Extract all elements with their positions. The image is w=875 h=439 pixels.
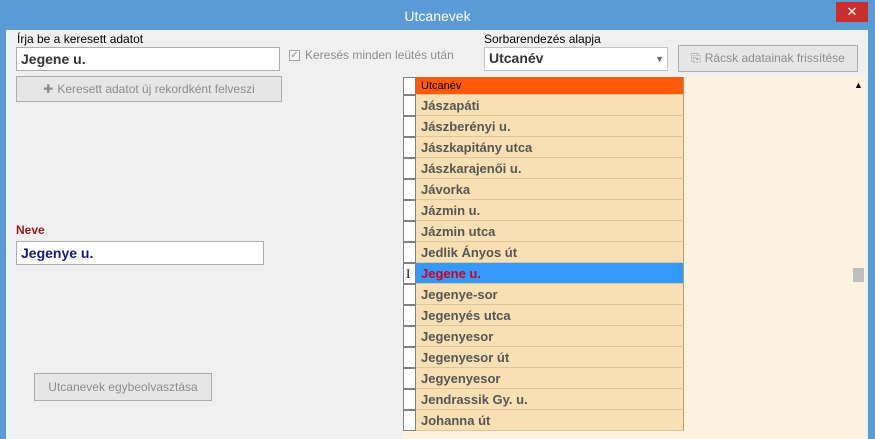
window-title: Utcanevek — [404, 8, 471, 24]
table-row[interactable]: Jászapáti — [416, 95, 684, 116]
row-header[interactable] — [403, 221, 416, 242]
table-row[interactable]: Jegene u. — [416, 263, 684, 284]
row-header[interactable] — [403, 242, 416, 263]
add-record-button[interactable]: ✚ Keresett adatot új rekordként felveszi — [16, 76, 282, 102]
table-row[interactable]: Johanna út — [416, 410, 684, 431]
column-header-street-name[interactable]: Utcanév — [416, 77, 684, 95]
table-row[interactable]: Jegenye-sor — [416, 284, 684, 305]
refresh-icon: ⎘ — [691, 51, 701, 65]
row-header[interactable] — [403, 179, 416, 200]
name-label: Neve — [16, 223, 45, 237]
sort-select[interactable]: Utcanév ▼ — [484, 47, 668, 71]
table-row[interactable]: Jászberényi u. — [416, 116, 684, 137]
row-header[interactable] — [403, 95, 416, 116]
table-row[interactable]: Jegenyesor — [416, 326, 684, 347]
row-header[interactable] — [403, 410, 416, 431]
search-input[interactable]: Jegene u. — [16, 47, 280, 71]
add-record-button-label: Keresett adatot új rekordként felveszi — [57, 82, 255, 96]
merge-streets-button[interactable]: Utcanevek egybeolvasztása — [34, 373, 212, 401]
sort-selected-value: Utcanév — [489, 50, 544, 66]
table-row[interactable]: Jendrassik Gy. u. — [416, 389, 684, 410]
close-icon[interactable]: ✕ — [836, 2, 868, 22]
table-row[interactable]: Jászkapitány utca — [416, 137, 684, 158]
client-area: Írja be a keresett adatot Jegene u. ✓ Ke… — [6, 30, 868, 439]
row-header[interactable]: I — [403, 263, 416, 284]
title-bar[interactable]: Utcanevek ✕ — [0, 0, 875, 30]
sort-label: Sorbarendezés alapja — [484, 32, 601, 46]
refresh-grid-button-label: Rácsk adatainak frissítése — [704, 51, 845, 65]
current-row-marker: I — [406, 266, 411, 281]
street-grid[interactable]: Utcanév Jászapáti Jászberényi u. Jászkapit… — [403, 77, 865, 439]
row-header[interactable] — [403, 137, 416, 158]
grid-corner — [403, 77, 416, 95]
refresh-grid-button[interactable]: ⎘ Rácsk adatainak frissítése — [678, 45, 858, 72]
table-row[interactable]: Jegenyesor út — [416, 347, 684, 368]
row-header[interactable] — [403, 326, 416, 347]
name-input[interactable]: Jegenye u. — [16, 241, 264, 265]
incremental-search-label: Keresés minden leütés után — [305, 48, 454, 62]
table-row[interactable]: Jászkarajenői u. — [416, 158, 684, 179]
plus-icon: ✚ — [43, 82, 54, 96]
row-header[interactable] — [403, 116, 416, 137]
chevron-down-icon[interactable]: ▼ — [655, 54, 664, 64]
incremental-search-checkbox[interactable]: ✓ — [289, 50, 300, 61]
row-header[interactable] — [403, 389, 416, 410]
vertical-scrollbar[interactable]: ▲ — [851, 77, 865, 439]
row-header[interactable] — [403, 200, 416, 221]
row-header[interactable] — [403, 347, 416, 368]
table-row[interactable]: Jedlik Ányos út — [416, 242, 684, 263]
row-header[interactable] — [403, 368, 416, 389]
scroll-up-icon[interactable]: ▲ — [854, 80, 863, 90]
table-row[interactable]: Jázmin utca — [416, 221, 684, 242]
table-row[interactable]: Jegyenyesor — [416, 368, 684, 389]
table-row[interactable]: Jegenyés utca — [416, 305, 684, 326]
row-header[interactable] — [403, 158, 416, 179]
row-header[interactable] — [403, 305, 416, 326]
table-row[interactable]: Jázmin u. — [416, 200, 684, 221]
app-window: Utcanevek ✕ Írja be a keresett adatot Je… — [0, 0, 875, 439]
search-label: Írja be a keresett adatot — [17, 32, 144, 46]
table-row[interactable]: Jávorka — [416, 179, 684, 200]
row-header[interactable] — [403, 284, 416, 305]
scroll-thumb[interactable] — [853, 268, 864, 282]
